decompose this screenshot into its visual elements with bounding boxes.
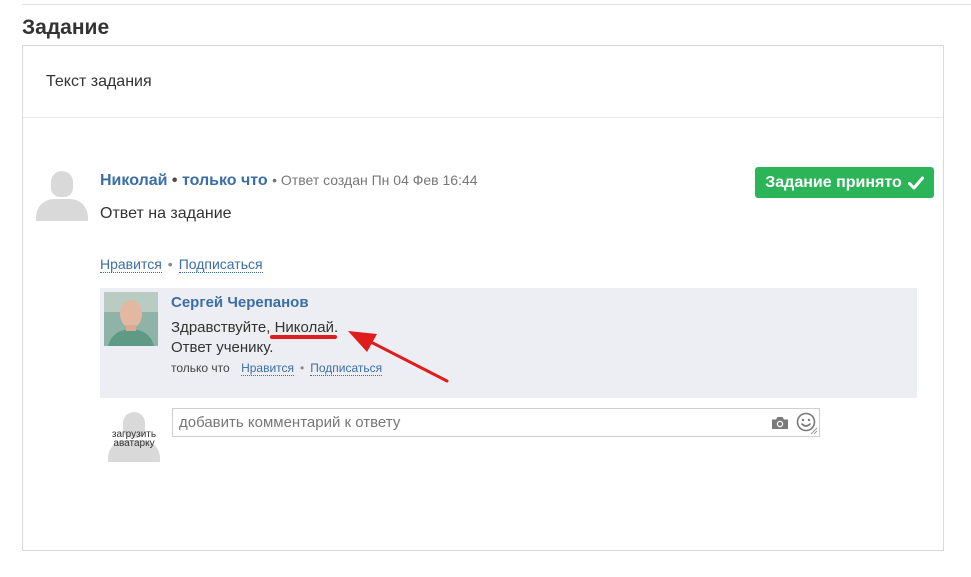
section-title: Задание bbox=[22, 16, 110, 39]
dot-separator: • bbox=[300, 361, 305, 375]
comment-greeting: Здравствуйте, bbox=[171, 319, 271, 336]
answer-separator: • bbox=[171, 172, 178, 189]
answer-text: Ответ на задание bbox=[100, 205, 232, 222]
comment-like-link[interactable]: Нравится bbox=[241, 361, 295, 376]
commenter-avatar[interactable] bbox=[104, 292, 158, 346]
answer-actions: Нравится • Подписаться bbox=[100, 256, 263, 273]
camera-icon[interactable] bbox=[771, 416, 789, 430]
upload-avatar-label: загрузить аватарку bbox=[111, 429, 157, 449]
comment-name-highlight: Николай. bbox=[274, 319, 339, 336]
comment-text-line1: Здравствуйте, Николай. bbox=[171, 319, 338, 336]
comment-box: Сергей Черепанов Здравствуйте, Николай. … bbox=[100, 288, 917, 398]
comment-author-link[interactable]: Сергей Черепанов bbox=[171, 294, 309, 311]
answer-author-link[interactable]: Николай bbox=[100, 172, 167, 189]
comment-input-wrapper bbox=[172, 408, 820, 437]
default-avatar-icon[interactable] bbox=[36, 169, 88, 221]
dot-separator: • bbox=[167, 256, 173, 272]
upload-avatar-button[interactable]: загрузить аватарку bbox=[106, 410, 162, 464]
annotation-underline bbox=[270, 335, 337, 339]
answer-like-link[interactable]: Нравится bbox=[100, 256, 162, 273]
comment-text-line2: Ответ ученику. bbox=[171, 339, 274, 356]
task-text: Текст задания bbox=[46, 73, 152, 90]
task-accepted-button[interactable]: Задание принято bbox=[755, 167, 934, 198]
answer-time: только что bbox=[181, 172, 268, 189]
annotation-arrow-icon bbox=[348, 331, 449, 383]
resize-handle-icon[interactable] bbox=[810, 427, 818, 435]
panel-divider bbox=[23, 117, 943, 118]
answer-subscribe-link[interactable]: Подписаться bbox=[178, 256, 263, 273]
answer-header: Николай • только что • Ответ создан Пн 0… bbox=[100, 172, 478, 190]
task-panel: Текст задания Николай • только что • Отв… bbox=[22, 45, 944, 551]
accepted-label: Задание принято bbox=[765, 173, 902, 191]
check-icon bbox=[907, 176, 924, 189]
comment-time: только что bbox=[171, 361, 230, 375]
top-divider bbox=[22, 4, 971, 5]
comment-input[interactable] bbox=[173, 409, 763, 436]
answer-meta: • Ответ создан Пн 04 Фев 16:44 bbox=[272, 172, 478, 188]
